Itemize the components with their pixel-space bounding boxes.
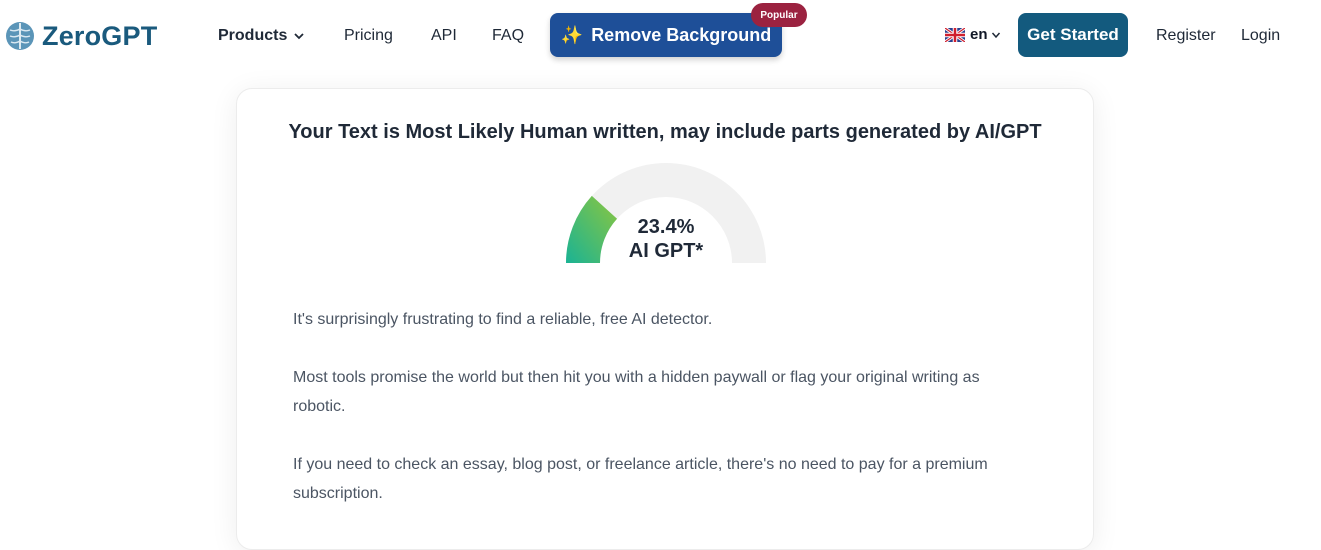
language-selector[interactable]: en	[945, 26, 1001, 43]
nav-faq-link[interactable]: FAQ	[492, 26, 524, 46]
result-paragraph: If you need to check an essay, blog post…	[293, 456, 988, 502]
popular-badge: Popular	[751, 3, 807, 27]
remove-background-button[interactable]: ✨ Remove Background	[550, 13, 782, 57]
remove-background-label: Remove Background	[591, 24, 772, 45]
get-started-button[interactable]: Get Started	[1018, 13, 1128, 57]
top-navbar: ZeroGPT Products Pricing API FAQ ✨ Remov…	[0, 0, 1321, 72]
ai-gpt-label: AI GPT*	[628, 240, 704, 262]
brand-logo[interactable]: ZeroGPT	[4, 18, 157, 54]
nav-api-link[interactable]: API	[431, 26, 457, 46]
nav-products-label: Products	[218, 27, 288, 44]
result-paragraph: It's surprisingly frustrating to find a …	[293, 311, 713, 328]
ai-percentage: 23.4%	[637, 216, 695, 238]
login-link[interactable]: Login	[1241, 26, 1280, 46]
result-card: Your Text is Most Likely Human written, …	[236, 88, 1094, 550]
uk-flag-icon	[945, 27, 965, 42]
nav-pricing-link[interactable]: Pricing	[344, 26, 393, 46]
result-title: Your Text is Most Likely Human written, …	[288, 121, 1042, 143]
nav-products-dropdown[interactable]: Products	[218, 26, 305, 46]
brand-name: ZeroGPT	[42, 20, 158, 51]
language-code: en	[970, 26, 988, 43]
sparkle-icon: ✨	[560, 24, 584, 45]
register-link[interactable]: Register	[1156, 26, 1216, 46]
result-paragraph: Most tools promise the world but then hi…	[293, 369, 980, 415]
chevron-down-icon	[294, 33, 304, 40]
chevron-down-icon	[991, 32, 1000, 38]
brain-icon	[6, 22, 34, 50]
